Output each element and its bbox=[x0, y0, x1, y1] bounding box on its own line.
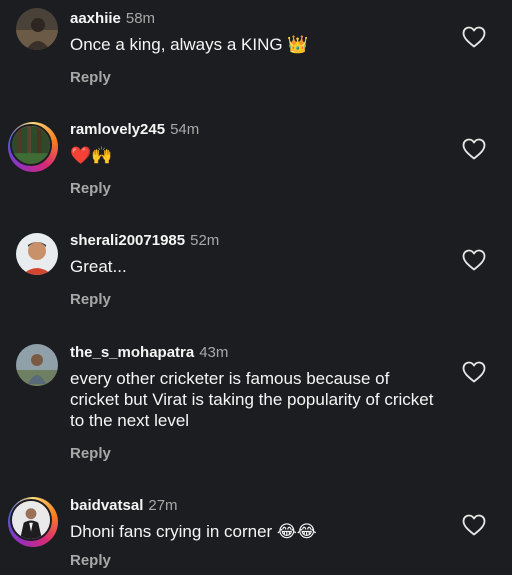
like-button[interactable] bbox=[462, 514, 490, 540]
timestamp: 58m bbox=[125, 10, 156, 27]
reply-button[interactable]: Reply bbox=[70, 291, 111, 308]
comment-text: Great... bbox=[70, 257, 127, 276]
comment-text: ❤️🙌 bbox=[70, 146, 113, 165]
like-button[interactable] bbox=[462, 26, 490, 52]
reply-button[interactable]: Reply bbox=[70, 552, 111, 569]
username[interactable]: sherali20071985 bbox=[70, 232, 185, 249]
timestamp: 54m bbox=[170, 121, 200, 138]
heart-outline-icon bbox=[462, 249, 486, 271]
avatar[interactable] bbox=[16, 233, 58, 275]
comment-text: every other cricketer is famous because … bbox=[70, 369, 434, 430]
profile-photo-with-story-ring bbox=[10, 499, 52, 541]
heart-outline-icon bbox=[462, 514, 486, 536]
timestamp: 43m bbox=[199, 344, 229, 361]
avatar[interactable] bbox=[8, 122, 58, 172]
comment-text: Dhoni fans crying in corner 😂😂 bbox=[70, 522, 317, 541]
reply-button[interactable]: Reply bbox=[70, 445, 111, 462]
heart-outline-icon bbox=[462, 138, 486, 160]
timestamp: 27m bbox=[148, 497, 178, 514]
comment-meta: baidvatsal 27m bbox=[70, 497, 442, 515]
reply-button[interactable]: Reply bbox=[70, 180, 111, 197]
profile-photo-with-story-ring bbox=[10, 124, 52, 166]
like-button[interactable] bbox=[462, 361, 490, 387]
comment-meta: the_s_mohapatra 43m bbox=[70, 344, 442, 362]
username[interactable]: ramlovely245 bbox=[70, 121, 165, 138]
like-button[interactable] bbox=[462, 138, 490, 164]
like-button[interactable] bbox=[462, 249, 490, 275]
username[interactable]: the_s_mohapatra bbox=[70, 344, 194, 361]
comment-text: Once a king, always a KING 👑 bbox=[70, 35, 309, 54]
avatar[interactable] bbox=[16, 344, 58, 386]
heart-outline-icon bbox=[462, 26, 486, 48]
avatar[interactable] bbox=[16, 8, 58, 50]
reply-button[interactable]: Reply bbox=[70, 69, 111, 86]
username[interactable]: aaxhiie bbox=[70, 10, 121, 27]
heart-outline-icon bbox=[462, 361, 486, 383]
avatar[interactable] bbox=[8, 497, 58, 547]
comment-meta: sherali20071985 52m bbox=[70, 232, 442, 250]
profile-photo bbox=[16, 344, 58, 386]
profile-photo bbox=[16, 233, 58, 275]
username[interactable]: baidvatsal bbox=[70, 497, 143, 514]
comment-meta: ramlovely245 54m bbox=[70, 121, 442, 139]
profile-photo bbox=[16, 8, 58, 50]
timestamp: 52m bbox=[190, 232, 220, 249]
comment-meta: aaxhiie 58m bbox=[70, 10, 442, 28]
